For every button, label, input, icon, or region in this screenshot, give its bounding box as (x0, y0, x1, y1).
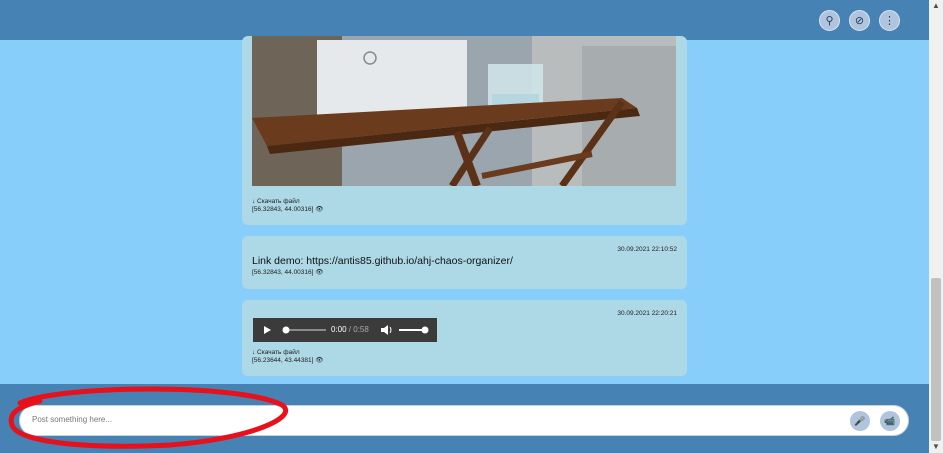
scroll-up-arrow[interactable]: ▲ (929, 0, 943, 12)
menu-glyph: ⋮ (884, 15, 895, 27)
time-display: 0:00 / 0:58 (331, 325, 369, 334)
composer: 🎤 📹 (19, 405, 909, 436)
mute-button[interactable] (379, 323, 393, 337)
scroll-down-arrow[interactable]: ▼ (929, 441, 943, 453)
search-icon[interactable]: ⚲ (819, 10, 840, 31)
time-duration: 0:58 (353, 325, 369, 334)
message-card-link: 30.09.2021 22:10:52 Link demo: https://a… (242, 236, 687, 289)
download-link[interactable]: ↓ Скачать файл (252, 349, 324, 357)
geo-coords: [56.32843, 44.00316] 👁 (252, 206, 324, 213)
menu-icon[interactable]: ⋮ (879, 10, 900, 31)
attach-glyph: ⊘ (854, 15, 865, 27)
download-link[interactable]: ↓ Скачать файл (252, 198, 324, 206)
laptop-photo (252, 36, 676, 186)
message-date: 30.09.2021 22:20:21 (617, 310, 677, 317)
scrollbar-thumb[interactable] (931, 278, 941, 441)
message-text[interactable]: Link demo: https://antis85.github.io/ahj… (252, 255, 513, 267)
camera-glyph: 📹 (884, 415, 896, 426)
play-button[interactable] (259, 322, 275, 338)
message-card-image: ↓ Скачать файл [56.32843, 44.00316] 👁 (242, 36, 687, 225)
message-card-audio: 30.09.2021 22:20:21 0:00 / 0:58 ↓ Скачат… (242, 300, 687, 376)
microphone-icon[interactable]: 🎤 (850, 411, 870, 431)
post-input[interactable] (30, 414, 814, 425)
audio-player: 0:00 / 0:58 (253, 318, 437, 342)
mic-glyph: 🎤 (854, 415, 866, 426)
search-glyph: ⚲ (825, 15, 834, 27)
video-camera-icon[interactable]: 📹 (880, 411, 900, 431)
message-date: 30.09.2021 22:10:52 (617, 246, 677, 253)
geo-coords: [56.32843, 44.00316] 👁 (252, 269, 324, 276)
seek-slider[interactable] (281, 324, 329, 336)
volume-slider[interactable] (397, 324, 429, 336)
geo-coords: [56.23644, 43.44381] 👁 (252, 357, 324, 364)
message-photo[interactable] (252, 36, 676, 186)
time-current: 0:00 (331, 325, 347, 334)
top-bar: ⚲ ⊘ ⋮ (0, 0, 929, 40)
attach-icon[interactable]: ⊘ (849, 10, 870, 31)
